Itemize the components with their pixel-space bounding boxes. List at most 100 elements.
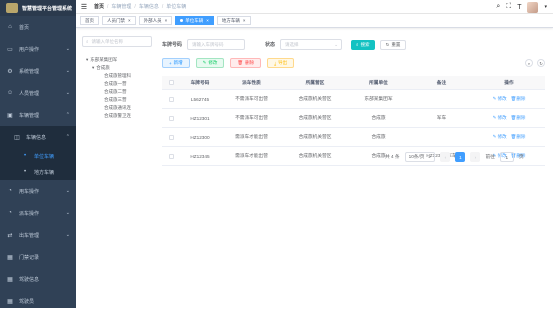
sidebar-item-local-vehicles[interactable]: • 地方车辆	[0, 164, 76, 180]
close-icon[interactable]: ×	[165, 18, 168, 23]
prev-page-button[interactable]: ‹	[440, 152, 451, 162]
select-all-checkbox[interactable]	[162, 80, 180, 85]
sidebar-item-home[interactable]: ⌂ 首页	[0, 16, 76, 38]
chevron-up-icon: ⌃	[65, 112, 70, 118]
caret-down-icon: ▾	[86, 57, 89, 62]
car-icon: ▣	[7, 112, 13, 119]
cell-plate: HZ12301	[190, 115, 210, 121]
sidebar-item-access-log[interactable]: ▦ 门禁记录	[0, 246, 76, 268]
sidebar-item-label: 人员管理	[19, 90, 40, 97]
row-edit-link[interactable]: ✎ 修改	[493, 134, 507, 140]
row-delete-link[interactable]: 🗑删除	[511, 115, 526, 121]
sidebar-item-system[interactable]: ⚙ 系统管理 ⌄	[0, 60, 76, 82]
sidebar-item-drivers[interactable]: ▦ 驾驶员	[0, 290, 76, 312]
org-tree-panel: ⌕ 请输入单位名称 ▾ 东部某集团军 ▾ 合成旅 合成旅管理科 合成旅一营 合成…	[82, 36, 152, 120]
search-icon[interactable]: ⌕	[496, 3, 500, 11]
tree-node[interactable]: 合成旅管理科	[82, 72, 152, 80]
tree-search-placeholder: 请输入单位名称	[91, 38, 124, 44]
fullscreen-icon[interactable]: ⛶	[506, 3, 511, 11]
sidebar-item-dispatch[interactable]: ◔ 派车操作 ⌄	[0, 202, 76, 224]
close-icon[interactable]: ×	[128, 18, 131, 23]
search-icon: ⌕	[86, 39, 89, 44]
tree-node-label: 合成旅管理科	[104, 73, 131, 78]
page-number-current[interactable]: 1	[455, 152, 466, 162]
right-toolbar: ⌕ ↻	[525, 59, 545, 67]
tree-node[interactable]: 合成旅一营	[82, 80, 152, 88]
tree-search-input[interactable]: ⌕ 请输入单位名称	[82, 36, 152, 47]
cell-nature: 不需派车可出营	[235, 115, 268, 120]
status-label: 状态	[265, 42, 276, 48]
export-button[interactable]: ⤓ 导出	[267, 58, 295, 68]
chevron-down-icon: ⌄	[65, 210, 70, 216]
next-page-button[interactable]: ›	[470, 152, 481, 162]
monitor-icon: ▭	[7, 46, 13, 53]
delete-button[interactable]: 🗑 删除	[230, 58, 262, 68]
plate-input[interactable]: 请输入车牌号码	[187, 39, 246, 50]
row-delete-link[interactable]: 🗑删除	[511, 134, 526, 140]
cell-plate: HZ12345	[190, 153, 210, 159]
font-size-icon[interactable]: T	[517, 4, 521, 11]
breadcrumb-item[interactable]: 首页	[94, 3, 104, 10]
status-select[interactable]: 请选择 ⌄	[280, 39, 343, 50]
app-logo: 智慧管理平台管理系统	[0, 0, 76, 16]
cell-note: 军车	[436, 115, 447, 120]
row-edit-link[interactable]: ✎ 修改	[493, 115, 507, 121]
row-checkbox[interactable]	[162, 115, 180, 121]
dot-icon: •	[23, 169, 27, 175]
chevron-down-icon: ⌄	[65, 46, 70, 52]
tree-node[interactable]: 合成旅警卫连	[82, 112, 152, 120]
sidebar-item-vehicles[interactable]: ▣ 车辆管理 ⌃	[0, 104, 76, 126]
sidebar-item-personnel[interactable]: ☺ 人员管理 ⌄	[0, 82, 76, 104]
breadcrumb: 首页 / 车辆管理 / 车辆信息 / 单位车辆	[94, 3, 186, 11]
sidebar-item-unit-vehicles[interactable]: • 单位车辆	[0, 148, 76, 164]
sidebar-item-label: 门禁记录	[19, 254, 40, 261]
info-icon: ◫	[14, 134, 20, 141]
sidebar-item-use-vehicle[interactable]: ◔ 用车操作 ⌄	[0, 180, 76, 202]
sidebar-item-vehicle-info[interactable]: ◫ 车辆信息 ⌃	[0, 126, 76, 148]
grid-icon: ▦	[7, 254, 13, 261]
avatar[interactable]	[527, 1, 539, 13]
chevron-down-icon: ⌄	[334, 41, 339, 47]
dashboard-icon: ◔	[8, 210, 12, 216]
tag-unit-vehicles[interactable]: 单位车辆 ×	[175, 16, 214, 25]
row-checkbox[interactable]	[162, 96, 180, 102]
tree-node[interactable]: 合成旅通讯连	[82, 104, 152, 112]
sidebar-item-outbound[interactable]: ⇄ 出车管理 ⌄	[0, 224, 76, 246]
tree-node[interactable]: 合成旅三营	[82, 96, 152, 104]
tree-node-label: 合成旅一营	[104, 81, 127, 86]
row-delete-link[interactable]: 🗑删除	[511, 96, 526, 102]
row-edit-link[interactable]: ✎ 修改	[493, 96, 507, 102]
search-button[interactable]: ⌕ 搜索	[351, 39, 375, 50]
tag-external-personnel[interactable]: 外部人员 ×	[138, 16, 173, 25]
row-checkbox[interactable]	[162, 153, 180, 159]
tree-node[interactable]: ▾ 东部某集团军	[82, 56, 152, 64]
goto-page-input[interactable]: 1	[499, 152, 514, 162]
caret-down-icon: ▾	[92, 65, 95, 70]
grid-icon: ▦	[7, 276, 13, 283]
sidebar-item-label: 驾驶员	[19, 298, 35, 305]
hamburger-icon[interactable]: ☰	[78, 3, 90, 11]
sidebar-item-user-ops[interactable]: ▭ 用户操作 ⌄	[0, 38, 76, 60]
reset-button[interactable]: ↻ 重置	[379, 39, 407, 50]
search-toggle-icon[interactable]: ⌕	[525, 59, 533, 67]
cell-area: 合成旅机关营区	[298, 96, 332, 101]
refresh-icon[interactable]: ↻	[537, 59, 545, 67]
add-button[interactable]: + 新增	[162, 58, 190, 68]
swap-icon: ⇄	[7, 232, 13, 239]
chevron-down-icon[interactable]: ▾	[544, 4, 547, 10]
sidebar-item-label: 系统管理	[19, 68, 40, 75]
tree-node[interactable]: ▾ 合成旅	[82, 64, 152, 72]
add-button-label: 新增	[173, 60, 183, 65]
tag-personnel-access[interactable]: 人员门禁 ×	[102, 16, 136, 25]
tag-home[interactable]: 首页	[80, 16, 99, 25]
edit-button[interactable]: ✎ 修改	[195, 58, 225, 68]
pagination-total: 共 4 条	[385, 154, 400, 159]
close-icon[interactable]: ×	[243, 18, 246, 23]
page-size-select[interactable]: 10条/页 ⌄	[404, 152, 436, 162]
tag-local-vehicles[interactable]: 地方车辆 ×	[216, 16, 251, 25]
search-button-label: 搜索	[360, 41, 370, 47]
tree-node[interactable]: 合成旅二营	[82, 88, 152, 96]
close-icon[interactable]: ×	[206, 18, 209, 23]
row-checkbox[interactable]	[162, 134, 180, 140]
sidebar-item-driver-info[interactable]: ▦ 驾驶信息	[0, 268, 76, 290]
